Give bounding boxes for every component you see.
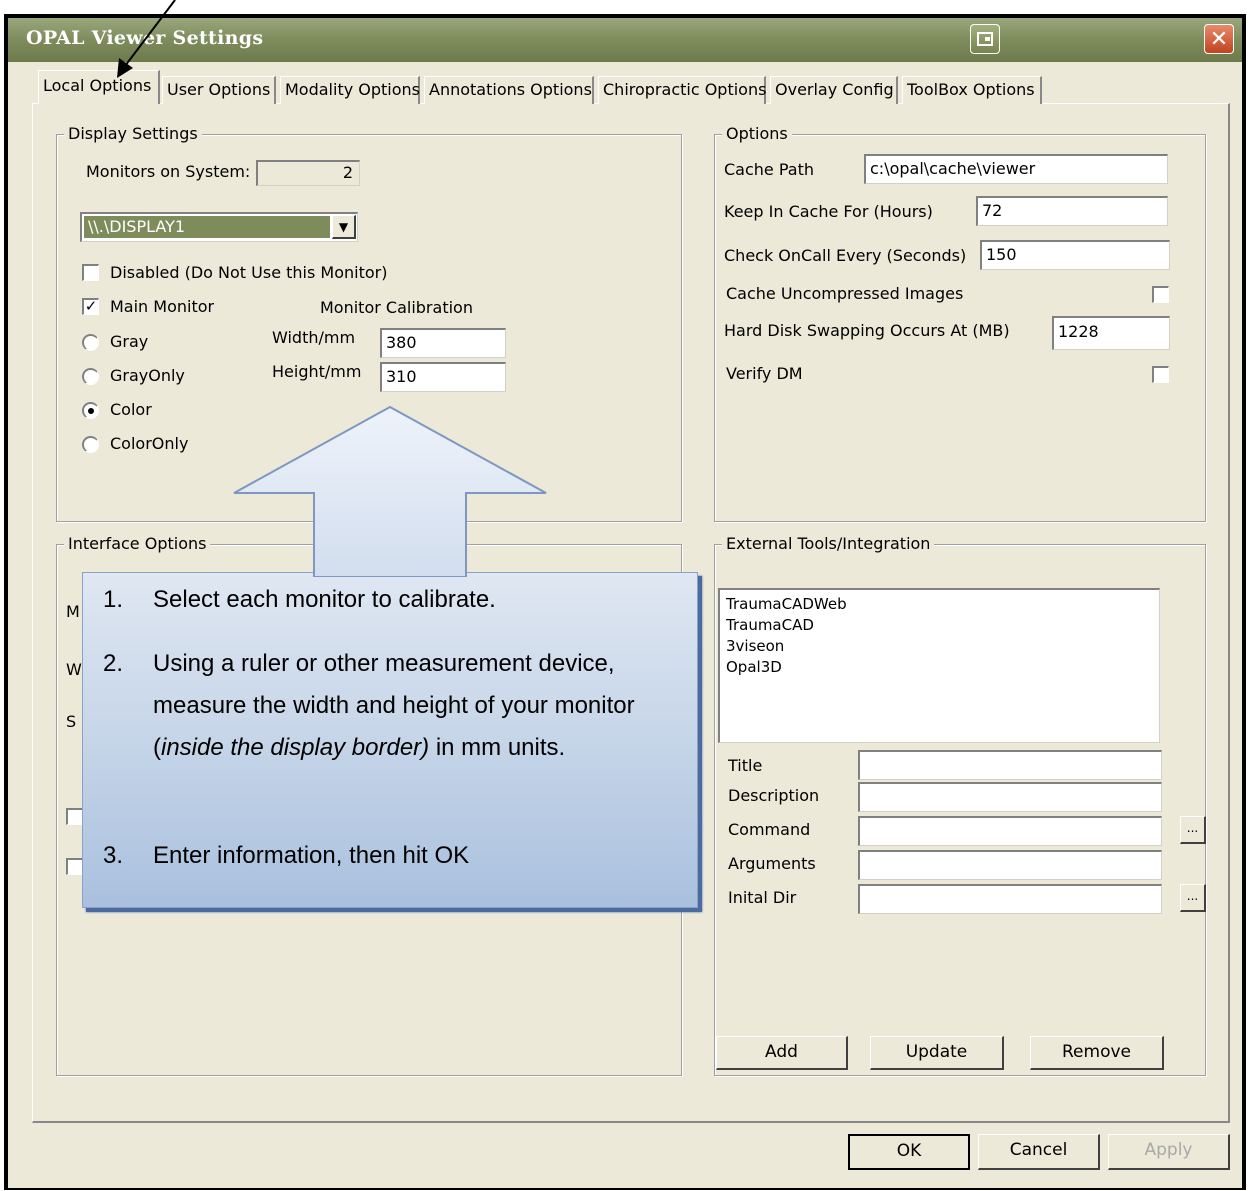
- tab-overlay-config[interactable]: Overlay Config: [770, 76, 898, 104]
- close-icon: ✕: [1209, 26, 1229, 52]
- instruction-step-1: 1. Select each monitor to calibrate.: [103, 579, 673, 621]
- interface-option-label-s: S: [66, 712, 77, 731]
- height-mm-label: Height/mm: [272, 362, 362, 381]
- restore-button[interactable]: [970, 24, 1000, 54]
- tab-modality-options[interactable]: Modality Options: [280, 76, 420, 104]
- chevron-down-icon[interactable]: ▼: [332, 215, 356, 239]
- step-number: 1.: [103, 586, 124, 613]
- update-tool-button[interactable]: Update: [870, 1036, 1004, 1070]
- radio-selected-dot: [88, 408, 94, 414]
- list-item[interactable]: TraumaCADWeb: [726, 594, 1159, 615]
- instruction-step-2: 2. Using a ruler or other measurement de…: [103, 643, 673, 769]
- options-title: Options: [722, 124, 792, 144]
- step-number: 3.: [103, 842, 124, 869]
- tool-initial-dir-label: Inital Dir: [728, 888, 797, 907]
- cache-uncompressed-checkbox[interactable]: [1152, 286, 1169, 303]
- list-item[interactable]: 3viseon: [726, 636, 1159, 657]
- check-oncall-input[interactable]: 150: [980, 240, 1170, 270]
- external-tools-list[interactable]: TraumaCADWeb TraumaCAD 3viseon Opal3D: [718, 588, 1160, 743]
- verify-dm-checkbox[interactable]: [1152, 366, 1169, 383]
- tab-chiropractic-options[interactable]: Chiropractic Options: [598, 76, 766, 104]
- step-text: Select each monitor to calibrate.: [153, 586, 496, 613]
- tool-arguments-label: Arguments: [728, 854, 816, 873]
- close-button[interactable]: ✕: [1204, 24, 1234, 54]
- tool-description-input[interactable]: [858, 782, 1162, 812]
- tool-description-label: Description: [728, 786, 820, 805]
- list-item[interactable]: Opal3D: [726, 657, 1159, 678]
- browse-initial-dir-button[interactable]: ...: [1180, 884, 1206, 912]
- radio-gray[interactable]: [82, 334, 99, 351]
- width-mm-label: Width/mm: [272, 328, 356, 347]
- interface-options-title: Interface Options: [64, 534, 211, 554]
- tool-arguments-input[interactable]: [858, 850, 1162, 880]
- radio-color-label: Color: [110, 400, 152, 419]
- tool-title-input[interactable]: [858, 750, 1162, 780]
- height-mm-input[interactable]: 310: [380, 362, 506, 392]
- verify-dm-label: Verify DM: [726, 364, 803, 383]
- tool-command-label: Command: [728, 820, 811, 839]
- step-number: 2.: [103, 650, 124, 677]
- tab-toolbox-options[interactable]: ToolBox Options: [902, 76, 1042, 104]
- disabled-monitor-label: Disabled (Do Not Use this Monitor): [110, 263, 388, 282]
- radio-coloronly-label: ColorOnly: [110, 434, 189, 453]
- tool-title-label: Title: [728, 756, 763, 775]
- main-monitor-checkbox[interactable]: ✓: [82, 298, 99, 315]
- interface-option-label-w: W: [66, 660, 82, 679]
- tool-command-input[interactable]: [858, 816, 1162, 846]
- display-settings-title: Display Settings: [64, 124, 202, 144]
- ok-button[interactable]: OK: [848, 1134, 970, 1170]
- external-tools-title: External Tools/Integration: [722, 534, 935, 554]
- monitor-calibration-title: Monitor Calibration: [320, 298, 473, 317]
- remove-tool-button[interactable]: Remove: [1030, 1036, 1164, 1070]
- display-select-value: \\.\DISPLAY1: [84, 216, 330, 238]
- disabled-monitor-checkbox[interactable]: [82, 264, 99, 281]
- step-text: Enter information, then hit OK: [153, 842, 470, 869]
- check-oncall-label: Check OnCall Every (Seconds): [724, 246, 967, 265]
- add-tool-button[interactable]: Add: [716, 1036, 848, 1070]
- cache-path-input[interactable]: c:\opal\cache\viewer: [864, 154, 1168, 184]
- cancel-button[interactable]: Cancel: [978, 1134, 1100, 1170]
- hard-disk-swapping-input[interactable]: 1228: [1052, 316, 1170, 350]
- width-mm-input[interactable]: 380: [380, 328, 506, 358]
- radio-grayonly-label: GrayOnly: [110, 366, 185, 385]
- monitors-on-system-value: 2: [256, 160, 360, 186]
- interface-option-checkbox-2[interactable]: [66, 858, 83, 875]
- tab-user-options[interactable]: User Options: [162, 76, 276, 104]
- radio-grayonly[interactable]: [82, 368, 99, 385]
- instructions-callout: 1. Select each monitor to calibrate. 2. …: [82, 572, 698, 908]
- restore-icon: [977, 32, 993, 46]
- main-monitor-label: Main Monitor: [110, 297, 215, 316]
- pointer-arrow-icon: [117, 0, 176, 78]
- instruction-step-3: 3. Enter information, then hit OK: [103, 835, 673, 877]
- step-text-italic: inside the display border): [161, 734, 430, 761]
- hard-disk-swapping-label: Hard Disk Swapping Occurs At (MB): [724, 321, 1010, 340]
- radio-coloronly[interactable]: [82, 436, 99, 453]
- cache-path-label: Cache Path: [724, 160, 814, 179]
- apply-button[interactable]: Apply: [1108, 1134, 1230, 1170]
- checkmark-icon: ✓: [84, 297, 98, 315]
- keep-in-cache-label: Keep In Cache For (Hours): [724, 202, 933, 221]
- list-item[interactable]: TraumaCAD: [726, 615, 1159, 636]
- step-text-end: in mm units.: [429, 734, 566, 761]
- radio-gray-label: Gray: [110, 332, 149, 351]
- keep-in-cache-input[interactable]: 72: [976, 196, 1168, 226]
- interface-option-label-m: M: [66, 602, 80, 621]
- callout-up-arrow-icon: [233, 405, 547, 577]
- cache-uncompressed-label: Cache Uncompressed Images: [726, 284, 964, 303]
- monitors-on-system-label: Monitors on System:: [86, 162, 251, 181]
- radio-color[interactable]: [82, 402, 99, 419]
- interface-option-checkbox-1[interactable]: [66, 808, 83, 825]
- display-select[interactable]: \\.\DISPLAY1 ▼: [80, 212, 358, 242]
- browse-command-button[interactable]: ...: [1180, 816, 1206, 844]
- tool-initial-dir-input[interactable]: [858, 884, 1162, 914]
- tab-annotations-options[interactable]: Annotations Options: [424, 76, 594, 104]
